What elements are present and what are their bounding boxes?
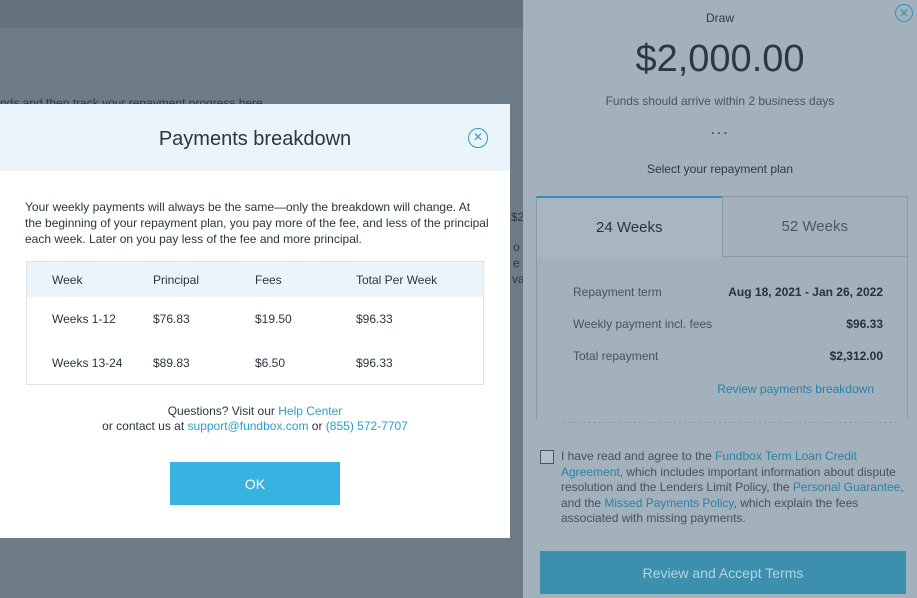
column-header-week: Week bbox=[52, 272, 83, 287]
help-line-1: Questions? Visit our Help Center bbox=[0, 404, 510, 419]
table-cell: $89.83 bbox=[153, 356, 190, 370]
table-row: Weeks 1-12 $76.83 $19.50 $96.33 bbox=[27, 297, 483, 341]
column-header-fees: Fees bbox=[255, 272, 282, 287]
table-cell: $96.33 bbox=[356, 356, 393, 370]
draw-panel: ✕ Draw $2,000.00 Funds should arrive wit… bbox=[523, 0, 917, 598]
table-cell: $19.50 bbox=[255, 312, 292, 326]
background-topbar bbox=[0, 0, 523, 28]
draw-amount: $2,000.00 bbox=[635, 38, 805, 80]
tab-24-weeks[interactable]: 24 Weeks bbox=[536, 196, 722, 257]
payments-breakdown-modal: Payments breakdown ✕ Your weekly payment… bbox=[0, 104, 510, 538]
breakdown-table: Week Principal Fees Total Per Week Weeks… bbox=[26, 261, 484, 385]
table-header: Week Principal Fees Total Per Week bbox=[27, 262, 483, 297]
agreement-text: I have read and agree to the Fundbox Ter… bbox=[561, 449, 906, 527]
help-text-part: or bbox=[308, 419, 326, 433]
table-cell: $6.50 bbox=[255, 356, 286, 370]
help-center-link[interactable]: Help Center bbox=[278, 404, 342, 418]
plan-tabs: 24 Weeks 52 Weeks bbox=[536, 196, 908, 257]
detail-label: Repayment term bbox=[573, 285, 662, 299]
background-fragment: o bbox=[513, 240, 520, 254]
support-email-link[interactable]: support@fundbox.com bbox=[188, 419, 309, 433]
ok-button[interactable]: OK bbox=[170, 462, 340, 505]
help-text: Questions? Visit our Help Center or cont… bbox=[0, 404, 510, 434]
modal-intro-text: Your weekly payments will always be the … bbox=[25, 200, 489, 246]
detail-row-weekly-payment: Weekly payment incl. fees $96.33 bbox=[573, 317, 883, 331]
select-plan-label: Select your repayment plan bbox=[646, 162, 794, 176]
column-header-total: Total Per Week bbox=[356, 272, 438, 287]
panel-title: Draw bbox=[705, 11, 734, 25]
table-cell: Weeks 1-12 bbox=[52, 312, 116, 326]
personal-guarantee-link[interactable]: Personal Guarantee bbox=[793, 480, 900, 494]
help-line-2: or contact us at support@fundbox.com or … bbox=[0, 419, 510, 434]
detail-label: Total repayment bbox=[573, 349, 659, 363]
column-header-principal: Principal bbox=[153, 272, 200, 287]
support-phone-link[interactable]: (855) 572-7707 bbox=[326, 419, 408, 433]
agree-checkbox[interactable] bbox=[540, 450, 554, 464]
detail-value: Aug 18, 2021 - Jan 26, 2022 bbox=[728, 285, 883, 299]
detail-value: $96.33 bbox=[846, 317, 883, 331]
detail-row-repayment-term: Repayment term Aug 18, 2021 - Jan 26, 20… bbox=[573, 285, 883, 299]
table-cell: $96.33 bbox=[356, 312, 393, 326]
modal-title: Payments breakdown bbox=[158, 128, 352, 150]
modal-header: Payments breakdown ✕ bbox=[0, 104, 510, 171]
detail-row-total-repayment: Total repayment $2,312.00 bbox=[573, 349, 883, 363]
close-icon[interactable]: ✕ bbox=[468, 128, 488, 148]
table-cell: Weeks 13-24 bbox=[52, 356, 123, 370]
divider bbox=[563, 422, 897, 423]
tab-52-weeks[interactable]: 52 Weeks bbox=[721, 196, 908, 257]
review-accept-terms-button[interactable]: Review and Accept Terms bbox=[540, 551, 906, 594]
table-row: Weeks 13-24 $89.83 $6.50 $96.33 bbox=[27, 341, 483, 385]
missed-payments-policy-link[interactable]: Missed Payments Policy bbox=[604, 496, 733, 510]
detail-value: $2,312.00 bbox=[829, 349, 883, 363]
more-options-icon[interactable]: ... bbox=[523, 121, 917, 139]
detail-label: Weekly payment incl. fees bbox=[573, 317, 713, 331]
review-payments-breakdown-link[interactable]: Review payments breakdown bbox=[717, 382, 874, 396]
funds-arrival-text: Funds should arrive within 2 business da… bbox=[605, 94, 835, 108]
help-text-part: Questions? Visit our bbox=[167, 404, 279, 418]
table-cell: $76.83 bbox=[153, 312, 190, 326]
agreement-text-part: I have read and agree to the bbox=[561, 449, 716, 463]
background-fragment: e bbox=[513, 256, 520, 270]
help-text-part: or contact us at bbox=[102, 419, 188, 433]
